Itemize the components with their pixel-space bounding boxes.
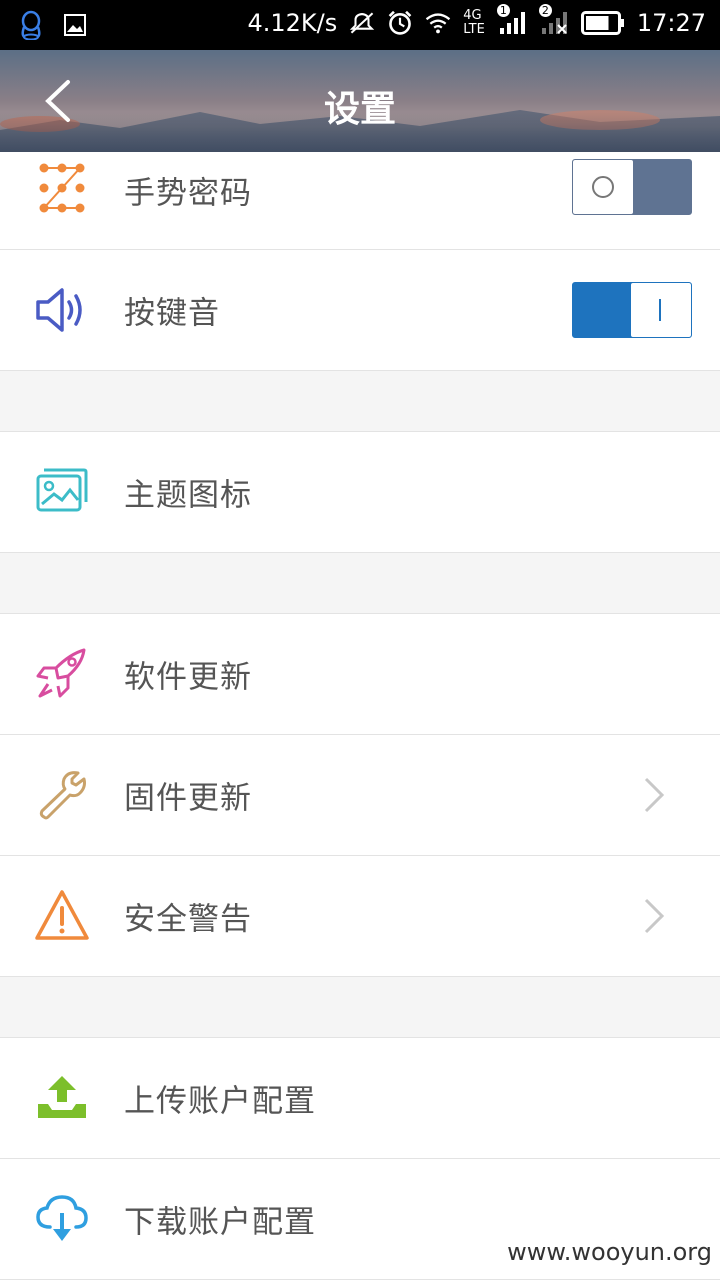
setting-label: 主题图标 — [124, 477, 252, 514]
gallery-icon — [62, 10, 88, 40]
signal-icon-2: 2 — [538, 4, 569, 38]
alarm-icon — [387, 8, 413, 38]
status-bar: 4.12K/s 4G LTE 1 2 17:27 — [0, 0, 720, 50]
app-header: 设置 — [0, 50, 720, 152]
settings-list: 手势密码 按键音 主题图标 软件更新 固件更新 安全警告 上传账户配置 下载账户… — [0, 152, 720, 1280]
section-divider — [0, 977, 720, 1038]
setting-firmware-update[interactable]: 固件更新 — [0, 735, 720, 856]
setting-label: 软件更新 — [124, 659, 252, 696]
upload-tray-icon — [38, 1076, 86, 1118]
setting-security-alert[interactable]: 安全警告 — [0, 856, 720, 977]
setting-label: 按键音 — [124, 295, 220, 332]
setting-theme-icon[interactable]: 主题图标 — [0, 432, 720, 553]
setting-label: 下载账户配置 — [124, 1204, 316, 1241]
gesture-password-toggle[interactable] — [572, 159, 692, 215]
toggle-knob — [631, 283, 691, 337]
speaker-icon — [36, 288, 82, 332]
section-divider — [0, 553, 720, 614]
setting-key-sound[interactable]: 按键音 — [0, 250, 720, 371]
section-divider — [0, 371, 720, 432]
chevron-right-icon — [644, 898, 665, 934]
picture-icon — [36, 468, 88, 512]
setting-label: 安全警告 — [124, 901, 252, 938]
setting-gesture-password[interactable]: 手势密码 — [0, 152, 720, 250]
cloud-download-icon — [36, 1195, 88, 1241]
key-sound-toggle[interactable] — [572, 282, 692, 338]
rocket-icon — [36, 648, 86, 698]
setting-upload-config[interactable]: 上传账户配置 — [0, 1038, 720, 1159]
mute-icon — [349, 8, 375, 38]
setting-software-update[interactable]: 软件更新 — [0, 614, 720, 735]
signal-icon: 1 — [496, 4, 527, 38]
watermark: www.wooyun.org — [507, 1238, 712, 1266]
page-title: 设置 — [323, 89, 396, 130]
gesture-grid-icon — [39, 163, 85, 213]
setting-label: 固件更新 — [124, 780, 252, 817]
setting-label: 上传账户配置 — [124, 1083, 316, 1120]
wrench-icon — [39, 771, 86, 820]
warning-icon — [35, 890, 89, 940]
wifi-icon — [425, 8, 451, 38]
qq-icon — [18, 10, 44, 40]
network-speed: 4.12K/s — [247, 9, 338, 37]
setting-label: 手势密码 — [124, 175, 252, 212]
battery-icon — [580, 8, 625, 38]
clock: 17:27 — [636, 9, 706, 37]
chevron-right-icon — [644, 777, 665, 813]
toggle-knob — [573, 160, 633, 214]
network-type: 4G LTE — [463, 8, 485, 37]
